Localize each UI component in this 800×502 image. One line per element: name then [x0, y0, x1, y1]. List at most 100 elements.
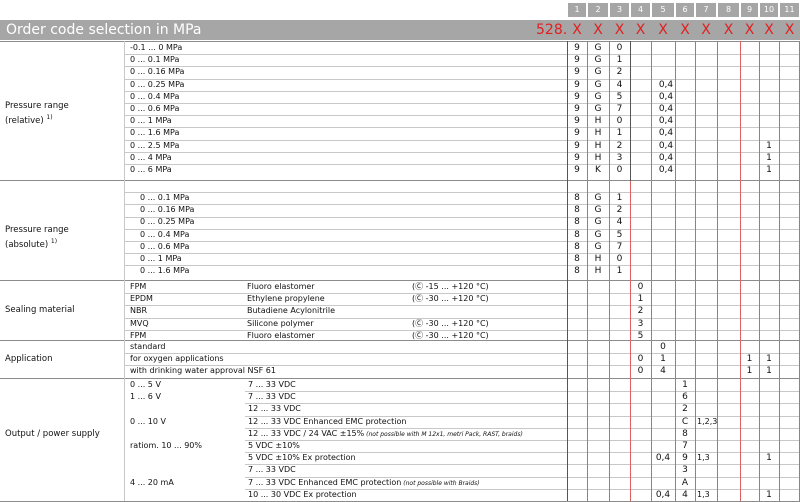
temperature-text: -30 ... +120 °C): [425, 330, 489, 340]
range-label: 0 ... 0.1 MPa: [130, 55, 180, 65]
code-cell: G: [594, 79, 602, 90]
code-cell: 9: [574, 116, 580, 127]
code-cell: 5: [637, 330, 644, 341]
code-cell: 1: [616, 193, 623, 203]
code-cell: G: [594, 104, 602, 114]
code-cell: 5: [616, 91, 623, 102]
range-label: 0 ... 0.25 MPa: [130, 79, 185, 89]
material-code: FPM: [130, 330, 147, 340]
range-label: 0 ... 1.6 MPa: [140, 266, 190, 276]
group-label-relative: Pressure range (relative) 1): [5, 101, 69, 126]
range-label: 0 ... 1 MPa: [140, 254, 182, 263]
material-code: FPM: [130, 282, 147, 291]
placeholder-x: X: [593, 22, 603, 38]
code-cell: 1: [682, 380, 688, 390]
section-divider: [0, 41, 800, 42]
temperature-range: (Ⓒ -15 ... +120 °C): [412, 281, 489, 293]
placeholder-x: X: [764, 22, 774, 38]
code-cell: 1,2,3: [697, 416, 718, 426]
code-cell: H: [594, 266, 602, 277]
material-name: Fluoro elastomer: [247, 282, 315, 291]
row-divider: [125, 151, 800, 153]
material-name: Ethylene propylene: [247, 294, 325, 304]
code-cell: 4: [616, 79, 623, 90]
code-cell: 1: [766, 489, 772, 500]
row-divider: [125, 127, 800, 129]
code-cell: 0: [660, 342, 666, 352]
code-cell: 1: [660, 354, 666, 365]
column-number: 8: [718, 3, 739, 17]
temperature-icon: (Ⓒ: [412, 318, 426, 328]
row-divider: [125, 164, 800, 165]
range-label: 0 ... 0.4 MPa: [130, 91, 180, 101]
supply-voltage: 5 VDC ±10% Ex protection: [248, 453, 356, 463]
row-divider: [125, 228, 800, 230]
supply-voltage: 12 ... 33 VDC / 24 VAC ±15% (not possibl…: [248, 428, 523, 438]
placeholder-x: X: [680, 22, 690, 38]
code-cell: 9: [574, 140, 580, 151]
range-label: 0 ... 2.5 MPa: [130, 140, 180, 150]
column-number: 4: [631, 3, 650, 17]
code-cell: 0,4: [658, 165, 674, 175]
code-cell: K: [595, 165, 601, 175]
code-cell: C: [681, 416, 689, 427]
row-divider: [125, 265, 800, 267]
placeholder-x: X: [658, 22, 668, 38]
range-label: 0 ... 6 MPa: [130, 165, 172, 174]
output-signal: 1 ... 6 V: [130, 392, 161, 402]
group-label-output: Output / power supply: [5, 429, 100, 439]
code-cell: 1: [616, 55, 623, 66]
code-cell: 0,4: [658, 116, 674, 127]
code-cell: 9: [682, 453, 688, 464]
code-cell: 1: [637, 294, 644, 305]
code-cell: 2: [637, 306, 644, 317]
code-cell: 0,4: [655, 489, 671, 500]
code-cell: 9: [574, 79, 580, 90]
column-number: 11: [780, 3, 799, 17]
code-cell: 1: [766, 140, 772, 151]
code-cell: 6: [682, 392, 688, 403]
code-cell: 4: [660, 366, 666, 377]
application-label: for oxygen applications: [130, 354, 224, 364]
group-label-sealing: Sealing material: [5, 305, 75, 315]
output-signal: 0 ... 10 V: [130, 416, 166, 426]
column-number: 1: [568, 3, 586, 17]
code-cell: 5: [616, 229, 623, 240]
code-cell: 8: [574, 266, 580, 277]
range-label: -0.1 ... 0 MPa: [130, 43, 183, 52]
code-cell: 2: [616, 205, 623, 216]
order-code-table: Order code selection in MPa 528. Pressur…: [0, 0, 800, 502]
code-prefix: 528.: [536, 22, 568, 38]
code-cell: G: [594, 67, 602, 78]
code-cell: 9: [574, 165, 580, 175]
temperature-icon: (Ⓒ: [412, 330, 426, 340]
temperature-text: -30 ... +120 °C): [425, 294, 489, 304]
table-title: Order code selection in MPa: [6, 22, 202, 38]
code-cell: A: [681, 477, 689, 488]
code-cell: 1,3: [697, 489, 710, 499]
code-cell: 7: [616, 104, 623, 114]
column-number: 10: [760, 3, 778, 17]
supply-voltage: 12 ... 33 VDC: [248, 404, 301, 414]
code-cell: G: [594, 55, 602, 66]
material-code: MVQ: [130, 318, 149, 328]
temperature-text: -30 ... +120 °C): [425, 318, 489, 328]
supply-note: (not possible with M 12x1, metri Pack, R…: [364, 430, 523, 438]
code-cell: 1: [766, 453, 772, 464]
code-cell: 4: [682, 489, 688, 500]
row-divider: [125, 305, 800, 307]
code-cell: 8: [574, 217, 580, 228]
row-divider: [125, 103, 800, 104]
code-column-divider: [740, 41, 741, 501]
temperature-icon: (Ⓒ: [412, 294, 426, 304]
output-signal: 4 ... 20 mA: [130, 477, 174, 487]
temperature-range: (Ⓒ -30 ... +120 °C): [412, 293, 489, 305]
placeholder-x: X: [744, 22, 755, 38]
code-cell: 9: [574, 67, 580, 78]
code-cell: 1: [746, 354, 753, 365]
code-cell: 3: [616, 152, 623, 163]
range-label: 0 ... 1.6 MPa: [130, 128, 180, 138]
code-cell: 0,4: [658, 140, 674, 151]
application-label: with drinking water approval NSF 61: [130, 366, 276, 376]
code-cell: 9: [574, 104, 580, 114]
